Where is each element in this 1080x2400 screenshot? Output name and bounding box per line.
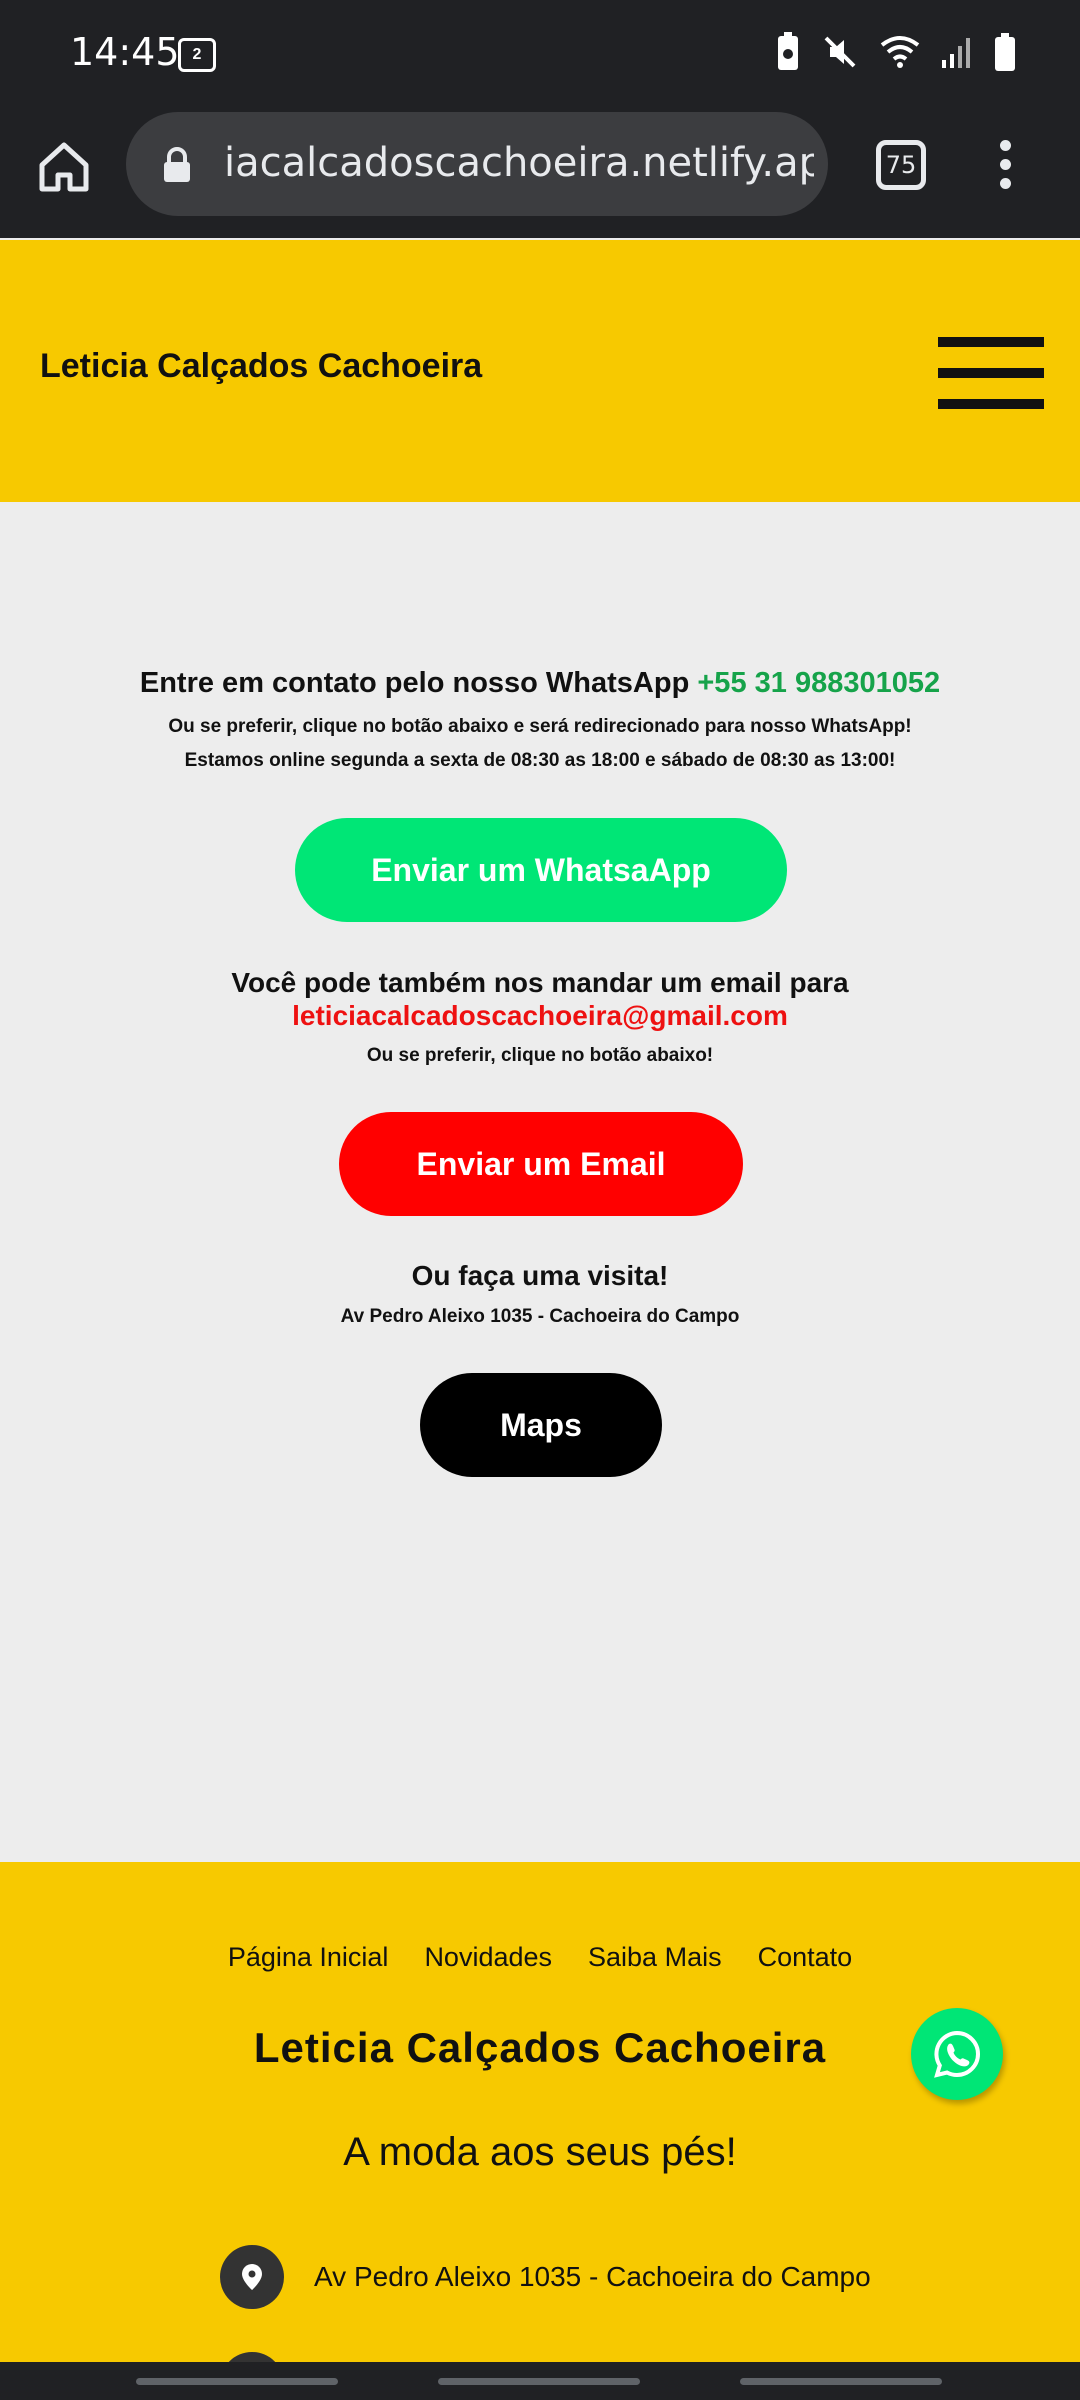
footer-nav: Página Inicial Novidades Saiba Mais Cont… — [0, 1942, 1080, 1973]
site-header: Leticia Calçados Cachoeira — [0, 240, 1080, 502]
tab-count: 75 — [885, 151, 917, 179]
address-bar[interactable]: iacalcadoscachoeira.netlify.app — [126, 112, 828, 216]
footer-address: Av Pedro Aleixo 1035 - Cachoeira do Camp… — [220, 2245, 871, 2309]
whatsapp-heading: Entre em contato pelo nosso WhatsApp +55… — [0, 667, 1080, 700]
email-heading: Você pode também nos mandar um email par… — [0, 966, 1080, 1032]
whatsapp-phone-link[interactable]: +55 31 988301052 — [697, 667, 940, 699]
footer-address-text: Av Pedro Aleixo 1035 - Cachoeira do Camp… — [314, 2261, 871, 2292]
email-link[interactable]: leticiacalcadoscachoeira@gmail.com — [0, 999, 1080, 1032]
whatsapp-float-button[interactable] — [911, 2008, 1003, 2100]
battery-icon — [995, 33, 1015, 71]
footer-nav-news[interactable]: Novidades — [424, 1942, 552, 1973]
email-heading-text: Você pode também nos mandar um email par… — [231, 967, 849, 998]
system-nav-bar — [0, 2362, 1080, 2400]
footer-nav-about[interactable]: Saiba Mais — [588, 1942, 722, 1973]
browser-menu-button[interactable] — [990, 140, 1020, 190]
nav-handle-right[interactable] — [740, 2378, 942, 2385]
maps-button[interactable]: Maps — [420, 1373, 662, 1477]
status-icons — [776, 32, 1016, 72]
send-whatsapp-button[interactable]: Enviar um WhatsaApp — [295, 818, 787, 922]
site-footer: Página Inicial Novidades Saiba Mais Cont… — [0, 1862, 1080, 2400]
status-time: 14:45 — [70, 30, 180, 74]
whatsapp-note: Ou se preferir, clique no botão abaixo e… — [168, 716, 912, 737]
home-button[interactable] — [34, 137, 94, 197]
lock-icon — [164, 147, 190, 182]
visit-heading: Ou faça uma visita! — [411, 1260, 669, 1291]
footer-nav-home[interactable]: Página Inicial — [228, 1942, 389, 1973]
nav-handle-center[interactable] — [438, 2378, 640, 2385]
nav-handle-left[interactable] — [136, 2378, 338, 2385]
footer-nav-contact[interactable]: Contato — [758, 1942, 853, 1973]
voicemail-icon: 2 — [178, 38, 216, 72]
opening-hours: Estamos online segunda a sexta de 08:30 … — [184, 750, 896, 771]
whatsapp-icon — [934, 2030, 980, 2078]
browser-toolbar: iacalcadoscachoeira.netlify.app 75 — [0, 110, 1080, 350]
contact-section: Entre em contato pelo nosso WhatsApp +55… — [0, 502, 1080, 1862]
tab-switcher-button[interactable]: 75 — [876, 140, 926, 190]
home-icon — [39, 142, 89, 192]
site-brand[interactable]: Leticia Calçados Cachoeira — [40, 347, 482, 386]
email-note: Ou se preferir, clique no botão abaixo! — [366, 1045, 714, 1066]
send-email-button[interactable]: Enviar um Email — [339, 1112, 743, 1216]
battery-saver-icon — [778, 32, 798, 70]
location-pin-icon — [220, 2245, 284, 2309]
status-bar: 14:45 2 — [0, 0, 1080, 110]
footer-slogan: A moda aos seus pés! — [343, 2130, 737, 2174]
mute-icon — [824, 36, 856, 68]
visit-address: Av Pedro Aleixo 1035 - Cachoeira do Camp… — [340, 1306, 740, 1327]
hamburger-menu-icon[interactable] — [938, 337, 1044, 409]
voicemail-count: 2 — [192, 46, 202, 63]
signal-icon — [942, 38, 970, 68]
url-text: iacalcadoscachoeira.netlify.app — [224, 140, 814, 186]
wifi-icon — [880, 36, 920, 68]
whatsapp-heading-text: Entre em contato pelo nosso WhatsApp — [139, 667, 698, 699]
